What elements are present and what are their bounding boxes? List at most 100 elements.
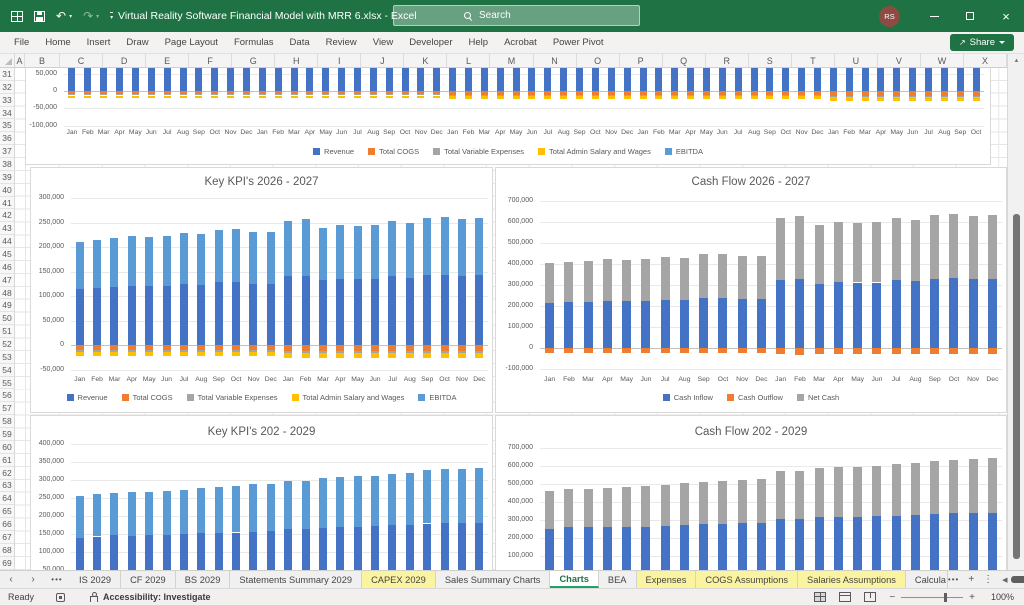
column-header-B[interactable]: B <box>25 54 60 67</box>
row-header-60[interactable]: 60 <box>0 441 14 454</box>
ribbon-tab-formulas[interactable]: Formulas <box>226 32 282 54</box>
column-header-O[interactable]: O <box>577 54 620 67</box>
share-button[interactable]: ↗ Share <box>950 34 1014 51</box>
chart-cash-flow-2026-2027[interactable]: Cash Flow 2026 - 2027700,000600,000500,0… <box>495 167 1007 413</box>
ribbon-tab-help[interactable]: Help <box>461 32 497 54</box>
sheet-tab-salaries-assumptions[interactable]: Salaries Assumptions <box>798 571 906 588</box>
column-header-Q[interactable]: Q <box>663 54 706 67</box>
column-header-D[interactable]: D <box>103 54 146 67</box>
column-header-P[interactable]: P <box>620 54 663 67</box>
row-header-53[interactable]: 53 <box>0 351 14 364</box>
ribbon-tab-acrobat[interactable]: Acrobat <box>496 32 545 54</box>
sheet-tab-sales-summary-charts[interactable]: Sales Summary Charts <box>436 571 551 588</box>
row-header-63[interactable]: 63 <box>0 480 14 493</box>
row-header-48[interactable]: 48 <box>0 287 14 300</box>
save-icon[interactable] <box>34 11 45 22</box>
sheet-nav-next-icon[interactable]: › <box>22 571 44 588</box>
sheet-tab-capex-2029[interactable]: CAPEX 2029 <box>362 571 436 588</box>
minimize-button[interactable] <box>916 0 952 32</box>
row-header-52[interactable]: 52 <box>0 338 14 351</box>
vertical-scrollbar-thumb[interactable] <box>1013 214 1020 559</box>
column-header-R[interactable]: R <box>706 54 749 67</box>
row-header-41[interactable]: 41 <box>0 197 14 210</box>
ribbon-tab-home[interactable]: Home <box>37 32 78 54</box>
ribbon-tab-page-layout[interactable]: Page Layout <box>157 32 226 54</box>
close-button[interactable]: × <box>988 0 1024 32</box>
sheet-overflow-right[interactable]: ••• <box>948 575 959 584</box>
column-header-A[interactable]: A <box>15 54 25 67</box>
ribbon-tab-developer[interactable]: Developer <box>401 32 460 54</box>
column-header-H[interactable]: H <box>275 54 318 67</box>
restore-button[interactable] <box>952 0 988 32</box>
select-all-corner[interactable] <box>0 54 15 68</box>
sheet-tab-cf-2029[interactable]: CF 2029 <box>121 571 176 588</box>
row-header-37[interactable]: 37 <box>0 145 14 158</box>
column-header-W[interactable]: W <box>921 54 964 67</box>
sheet-overflow-left[interactable]: ••• <box>44 571 70 588</box>
customize-qat-icon[interactable]: ▾ <box>110 12 113 21</box>
row-header-55[interactable]: 55 <box>0 377 14 390</box>
row-header-59[interactable]: 59 <box>0 428 14 441</box>
scroll-up-icon[interactable]: ▲ <box>1008 54 1024 68</box>
row-header-31[interactable]: 31 <box>0 68 14 81</box>
row-header-45[interactable]: 45 <box>0 248 14 261</box>
row-header-42[interactable]: 42 <box>0 209 14 222</box>
row-header-40[interactable]: 40 <box>0 184 14 197</box>
undo-dropdown-caret-icon[interactable]: ▾ <box>69 13 72 20</box>
row-header-50[interactable]: 50 <box>0 312 14 325</box>
zoom-slider[interactable] <box>901 597 963 598</box>
chart-cash-flow-2028-2029[interactable]: Cash Flow 202 - 2029700,000600,000500,00… <box>495 415 1007 570</box>
column-header-S[interactable]: S <box>749 54 792 67</box>
row-header-58[interactable]: 58 <box>0 415 14 428</box>
column-header-T[interactable]: T <box>792 54 835 67</box>
sheet-tab-statements-summary-2029[interactable]: Statements Summary 2029 <box>230 571 362 588</box>
row-header-49[interactable]: 49 <box>0 299 14 312</box>
sheet-nav-prev-icon[interactable]: ‹ <box>0 571 22 588</box>
accessibility-status[interactable]: Accessibility: Investigate <box>103 592 211 602</box>
row-header-65[interactable]: 65 <box>0 505 14 518</box>
row-header-44[interactable]: 44 <box>0 235 14 248</box>
chart-key-kpis-2026-2027[interactable]: Key KPI's 2026 - 2027300,000250,000200,0… <box>30 167 493 413</box>
chart-key-kpis-2028-2029[interactable]: Key KPI's 202 - 2029400,000350,000300,00… <box>30 415 493 570</box>
column-header-G[interactable]: G <box>232 54 275 67</box>
column-header-K[interactable]: K <box>404 54 447 67</box>
tabbar-more-menu-icon[interactable]: ⋮ <box>983 574 993 585</box>
column-header-I[interactable]: I <box>318 54 361 67</box>
column-header-X[interactable]: X <box>964 54 1007 67</box>
column-header-L[interactable]: L <box>447 54 490 67</box>
ribbon-tab-power-pivot[interactable]: Power Pivot <box>545 32 612 54</box>
zoom-out-button[interactable]: − <box>889 592 895 603</box>
row-header-57[interactable]: 57 <box>0 402 14 415</box>
sheet-tab-cogs-assumptions[interactable]: COGS Assumptions <box>696 571 798 588</box>
row-header-51[interactable]: 51 <box>0 325 14 338</box>
column-header-F[interactable]: F <box>189 54 232 67</box>
row-header-39[interactable]: 39 <box>0 171 14 184</box>
column-header-U[interactable]: U <box>835 54 878 67</box>
zoom-slider-thumb[interactable] <box>944 593 947 602</box>
row-header-43[interactable]: 43 <box>0 222 14 235</box>
ribbon-tab-view[interactable]: View <box>365 32 401 54</box>
row-header-54[interactable]: 54 <box>0 364 14 377</box>
normal-view-icon[interactable] <box>814 592 826 602</box>
page-break-view-icon[interactable] <box>864 592 876 602</box>
row-header-33[interactable]: 33 <box>0 94 14 107</box>
scroll-left-icon[interactable]: ◀ <box>1002 576 1007 584</box>
column-header-N[interactable]: N <box>534 54 577 67</box>
column-header-C[interactable]: C <box>60 54 103 67</box>
sheet-tab-expenses[interactable]: Expenses <box>637 571 697 588</box>
macro-record-icon[interactable] <box>56 593 65 602</box>
add-sheet-button[interactable]: + <box>968 574 974 585</box>
horizontal-scrollbar-thumb[interactable] <box>1011 576 1024 583</box>
row-header-69[interactable]: 69 <box>0 557 14 570</box>
ribbon-tab-data[interactable]: Data <box>282 32 318 54</box>
avatar[interactable]: RS <box>879 6 900 27</box>
row-header-64[interactable]: 64 <box>0 492 14 505</box>
row-header-32[interactable]: 32 <box>0 81 14 94</box>
column-header-M[interactable]: M <box>490 54 533 67</box>
row-header-56[interactable]: 56 <box>0 389 14 402</box>
ribbon-tab-review[interactable]: Review <box>318 32 365 54</box>
column-header-J[interactable]: J <box>361 54 404 67</box>
row-header-35[interactable]: 35 <box>0 119 14 132</box>
row-header-46[interactable]: 46 <box>0 261 14 274</box>
row-header-36[interactable]: 36 <box>0 132 14 145</box>
